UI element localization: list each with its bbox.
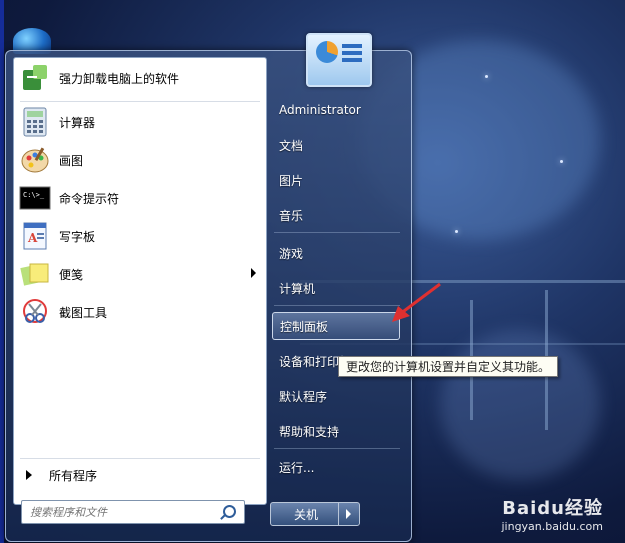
search-field[interactable] — [21, 500, 245, 524]
program-label: 写字板 — [59, 229, 96, 244]
divider — [20, 101, 260, 102]
shutdown-options-button[interactable] — [338, 502, 360, 526]
baidu-watermark: Baidu经验 jingyan.baidu.com — [501, 494, 603, 533]
program-item-wordpad[interactable]: A 写字板 — [14, 218, 266, 254]
triangle-right-icon — [26, 470, 32, 480]
control-panel-pie-icon — [316, 41, 338, 63]
watermark-url: jingyan.baidu.com — [501, 520, 603, 533]
right-item-run[interactable]: 运行... — [272, 453, 400, 481]
svg-text:A: A — [27, 231, 38, 245]
search-icon[interactable] — [223, 505, 236, 518]
control-panel-bars-icon — [342, 44, 362, 48]
right-item-control-panel[interactable]: 控制面板 — [272, 312, 400, 340]
divider — [274, 448, 400, 449]
background-glow — [440, 330, 600, 480]
divider — [20, 458, 260, 459]
right-item-documents[interactable]: 文档 — [272, 131, 400, 159]
program-label: 画图 — [59, 153, 84, 168]
watermark-brand: Baidu经验 — [502, 498, 603, 519]
right-item-label: 帮助和支持 — [279, 424, 340, 439]
snipping-tool-icon — [19, 296, 51, 328]
program-label: 命令提示符 — [59, 191, 120, 206]
program-item-snipping-tool[interactable]: 截图工具 — [14, 294, 266, 330]
paint-icon — [19, 144, 51, 176]
red-arrow-annotation — [392, 282, 441, 322]
calculator-icon — [19, 106, 51, 138]
programs-pane: 强力卸载电脑上的软件 计算器 画图 C:\>_ 命令提示符 A 写字板 便笺 截… — [13, 57, 267, 505]
right-item-label: 文档 — [279, 138, 304, 153]
control-panel-tooltip: 更改您的计算机设置并自定义其功能。 — [338, 356, 559, 377]
right-item-label: 计算机 — [279, 281, 316, 296]
program-label: 计算器 — [59, 115, 96, 130]
program-item-sticky-notes[interactable]: 便笺 — [14, 256, 266, 292]
right-item-default-programs[interactable]: 默认程序 — [272, 382, 400, 410]
right-item-help-support[interactable]: 帮助和支持 — [272, 417, 400, 445]
search-input[interactable] — [28, 504, 222, 520]
right-item-label: 控制面板 — [280, 319, 329, 334]
wordpad-icon: A — [19, 220, 51, 252]
right-item-pictures[interactable]: 图片 — [272, 166, 400, 194]
all-programs-label: 所有程序 — [49, 468, 98, 483]
right-item-label: 运行... — [279, 460, 315, 475]
user-picture[interactable] — [306, 33, 372, 87]
program-item-calculator[interactable]: 计算器 — [14, 104, 266, 140]
uninstall-icon — [19, 62, 51, 94]
background-star — [455, 230, 458, 233]
desktop-edge — [0, 0, 4, 543]
command-prompt-icon: C:\>_ — [19, 182, 51, 214]
program-label: 强力卸载电脑上的软件 — [59, 71, 180, 86]
sticky-notes-icon — [19, 258, 51, 290]
divider — [274, 305, 400, 306]
right-item-label: 音乐 — [279, 208, 304, 223]
program-label: 截图工具 — [59, 305, 108, 320]
program-item-paint[interactable]: 画图 — [14, 142, 266, 178]
right-item-games[interactable]: 游戏 — [272, 239, 400, 267]
shutdown-button[interactable]: 关机 — [270, 502, 342, 526]
right-item-label: Administrator — [279, 103, 361, 117]
background-star — [560, 160, 563, 163]
right-item-label: 图片 — [279, 173, 304, 188]
right-item-label: 默认程序 — [279, 389, 328, 404]
start-menu: 强力卸载电脑上的软件 计算器 画图 C:\>_ 命令提示符 A 写字板 便笺 截… — [5, 33, 412, 542]
program-item-cmd[interactable]: C:\>_ 命令提示符 — [14, 180, 266, 216]
right-item-music[interactable]: 音乐 — [272, 201, 400, 229]
program-item-uninstall[interactable]: 强力卸载电脑上的软件 — [14, 60, 266, 96]
divider — [274, 232, 400, 233]
right-item-administrator[interactable]: Administrator — [272, 96, 400, 124]
right-item-computer[interactable]: 计算机 — [272, 274, 400, 302]
background-star — [485, 75, 488, 78]
submenu-arrow-icon — [251, 268, 256, 278]
program-label: 便笺 — [59, 267, 84, 282]
right-item-label: 游戏 — [279, 246, 304, 261]
svg-text:C:\>_: C:\>_ — [23, 191, 45, 199]
all-programs-button[interactable]: 所有程序 — [14, 462, 266, 488]
